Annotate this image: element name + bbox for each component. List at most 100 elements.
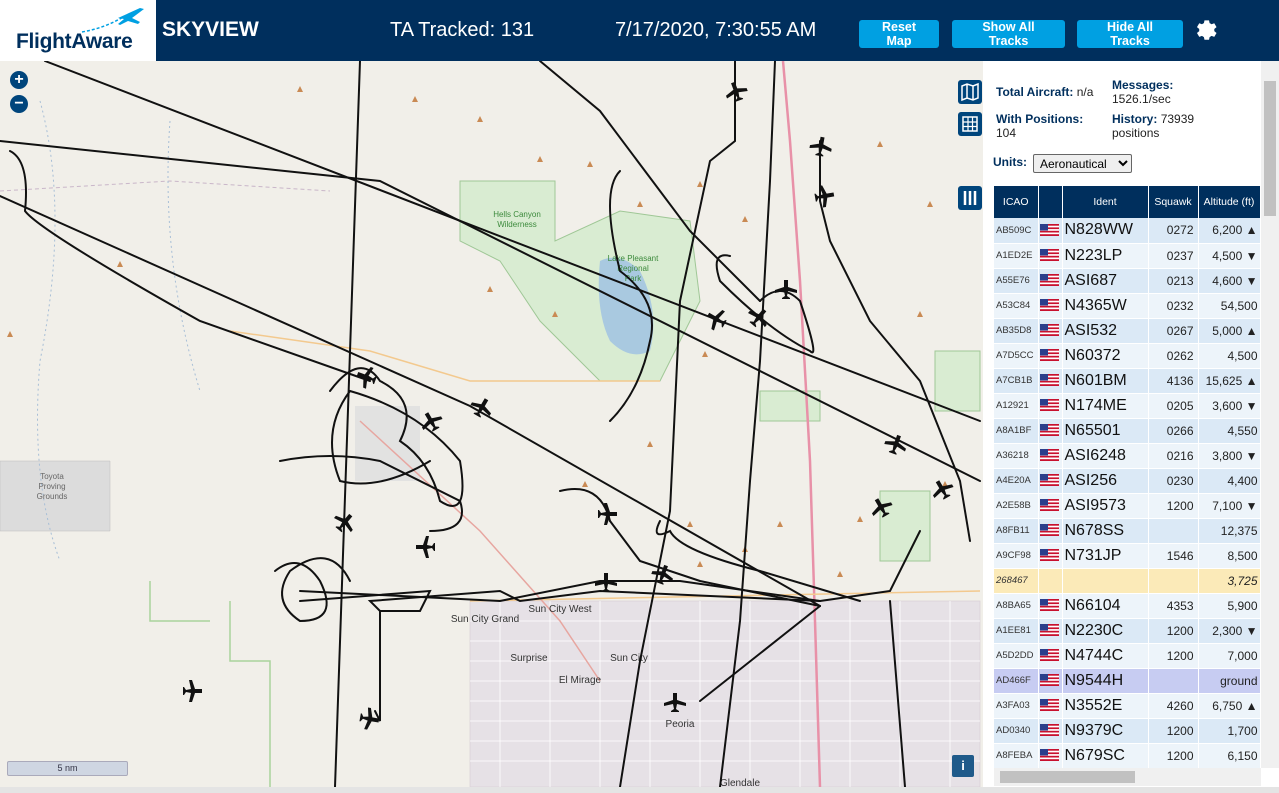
squawk-cell: 0213 [1148, 268, 1199, 294]
table-row[interactable]: A5D2DD N4744C 1200 7,000 [994, 643, 1260, 669]
squawk-cell: 1200 [1148, 493, 1199, 519]
header-bar: FlightAware SKYVIEW TA Tracked: 131 7/17… [0, 0, 1279, 61]
us-flag-icon [1039, 449, 1059, 462]
table-row[interactable]: A2E58B ASI9573 1200 7,100 ▼ [994, 493, 1260, 519]
svg-text:El Mirage: El Mirage [559, 675, 602, 686]
squawk-cell: 4353 [1148, 593, 1199, 619]
ident-cell: ASI256 [1062, 468, 1149, 494]
messages-stat: Messages: 1526.1/sec [1112, 78, 1232, 106]
clock: 7/17/2020, 7:30:55 AM [615, 19, 817, 41]
table-row[interactable]: A7D5CC N60372 0262 4,500 [994, 343, 1260, 369]
flag-cell [1038, 243, 1063, 269]
svg-text:Toyota: Toyota [40, 472, 64, 481]
units-select[interactable]: Aeronautical [1033, 154, 1132, 173]
altitude-cell: 7,000 [1198, 643, 1260, 669]
history-label: History: [1112, 112, 1158, 126]
flag-cell [1038, 618, 1063, 644]
zoom-out-button[interactable]: − [10, 95, 28, 113]
table-row[interactable]: AB509C N828WW 0272 6,200 ▲ [994, 218, 1260, 244]
altitude-cell: 4,500 ▼ [1198, 243, 1260, 269]
grid-toggle-button[interactable] [958, 112, 982, 136]
hide-all-tracks-button[interactable]: Hide All Tracks [1077, 20, 1183, 48]
table-row[interactable]: A1ED2E N223LP 0237 4,500 ▼ [994, 243, 1260, 269]
map-info-button[interactable]: i [952, 755, 974, 777]
total-aircraft-stat: Total Aircraft: n/a [996, 85, 1093, 99]
us-flag-icon [1039, 674, 1059, 687]
altitude-cell: 4,400 [1198, 468, 1260, 494]
horizontal-scrollbar[interactable] [994, 768, 1261, 786]
icao-cell: A3FA03 [994, 693, 1039, 719]
table-row[interactable]: AB35D8 ASI532 0267 5,000 ▲ [994, 318, 1260, 344]
altitude-cell: 8,500 [1198, 543, 1260, 569]
svg-text:Sun City West: Sun City West [528, 604, 591, 615]
table-row[interactable]: A4E20A ASI256 0230 4,400 [994, 468, 1260, 494]
vertical-scrollbar[interactable] [1261, 61, 1279, 768]
table-row[interactable]: AD0340 N9379C 1200 1,700 [994, 718, 1260, 744]
with-positions-stat: With Positions: 104 [996, 112, 1106, 140]
icao-cell: AB509C [994, 218, 1039, 244]
altitude-cell: 12,375 [1198, 518, 1260, 544]
altitude-cell: 3,725 [1198, 568, 1260, 594]
flag-cell [1038, 668, 1063, 694]
table-row[interactable]: A8BA65 N66104 4353 5,900 [994, 593, 1260, 619]
table-row[interactable]: A8A1BF N65501 0266 4,550 [994, 418, 1260, 444]
ident-cell: N601BM [1062, 368, 1149, 394]
icao-cell: A1EE81 [994, 618, 1039, 644]
messages-label: Messages: [1112, 78, 1174, 92]
table-row[interactable]: A36218 ASI6248 0216 3,800 ▼ [994, 443, 1260, 469]
table-row[interactable]: A3FA03 N3552E 4260 6,750 ▲ [994, 693, 1260, 719]
col-header-altitude[interactable]: Altitude (ft) [1198, 186, 1260, 218]
flag-cell [1038, 693, 1063, 719]
flag-cell [1038, 443, 1063, 469]
table-row[interactable]: 268467 3,725 [994, 568, 1260, 594]
sidebar-toggle-button[interactable] [958, 186, 982, 210]
icao-cell: AB35D8 [994, 318, 1039, 344]
reset-map-button[interactable]: Reset Map [859, 20, 939, 48]
col-header-ident[interactable]: Ident [1062, 186, 1149, 218]
table-row[interactable]: A7CB1B N601BM 4136 15,625 ▲ [994, 368, 1260, 394]
flag-cell [1038, 493, 1063, 519]
gear-icon[interactable] [1193, 17, 1219, 43]
ident-cell: N679SC [1062, 743, 1149, 768]
altitude-cell: 15,625 ▲ [1198, 368, 1260, 394]
columns-icon [963, 191, 977, 205]
history-unit: positions [1112, 126, 1160, 140]
horizontal-scroll-thumb[interactable] [1000, 771, 1135, 783]
col-header-squawk[interactable]: Squawk [1148, 186, 1199, 218]
site-title: SKYVIEW [162, 18, 259, 41]
flightaware-logo[interactable]: FlightAware [0, 0, 156, 61]
zoom-in-button[interactable]: + [10, 71, 28, 89]
squawk-cell [1148, 668, 1199, 694]
aircraft-table-container[interactable]: ICAO Ident Squawk Altitude (ft) AB509C N8… [994, 186, 1260, 768]
map-view[interactable]: Hells Canyon Wilderness Lake Pleasant Regi… [0, 61, 983, 787]
icao-cell: A4E20A [994, 468, 1039, 494]
icao-cell: A53C84 [994, 293, 1039, 319]
icao-cell: A12921 [994, 393, 1039, 419]
map-layers-button[interactable] [958, 80, 982, 104]
show-all-tracks-button[interactable]: Show All Tracks [952, 20, 1065, 48]
altitude-cell: 54,500 [1198, 293, 1260, 319]
map-canvas: Hells CanyonWilderness Lake PleasantRegi… [0, 61, 981, 787]
squawk-cell: 0272 [1148, 218, 1199, 244]
table-row[interactable]: A53C84 N4365W 0232 54,500 [994, 293, 1260, 319]
us-flag-icon [1039, 349, 1059, 362]
table-row[interactable]: A1EE81 N2230C 1200 2,300 ▼ [994, 618, 1260, 644]
table-row[interactable]: A9CF98 N731JP 1546 8,500 [994, 543, 1260, 569]
squawk-cell: 0230 [1148, 468, 1199, 494]
icao-cell: A36218 [994, 443, 1039, 469]
icao-cell: A8A1BF [994, 418, 1039, 444]
us-flag-icon [1039, 249, 1059, 262]
table-row[interactable]: A12921 N174ME 0205 3,600 ▼ [994, 393, 1260, 419]
table-row[interactable]: A55E76 ASI687 0213 4,600 ▼ [994, 268, 1260, 294]
table-row[interactable]: A8FB11 N678SS 12,375 [994, 518, 1260, 544]
us-flag-icon [1039, 274, 1059, 287]
table-row[interactable]: A8FEBA N679SC 1200 6,150 [994, 743, 1260, 768]
ident-cell: N2230C [1062, 618, 1149, 644]
col-header-flag[interactable] [1038, 186, 1063, 218]
vertical-scroll-thumb[interactable] [1264, 81, 1276, 216]
col-header-icao[interactable]: ICAO [994, 186, 1039, 218]
flag-cell [1038, 343, 1063, 369]
table-row[interactable]: AD466F N9544H ground [994, 668, 1260, 694]
squawk-cell: 0262 [1148, 343, 1199, 369]
ident-cell [1062, 568, 1149, 594]
